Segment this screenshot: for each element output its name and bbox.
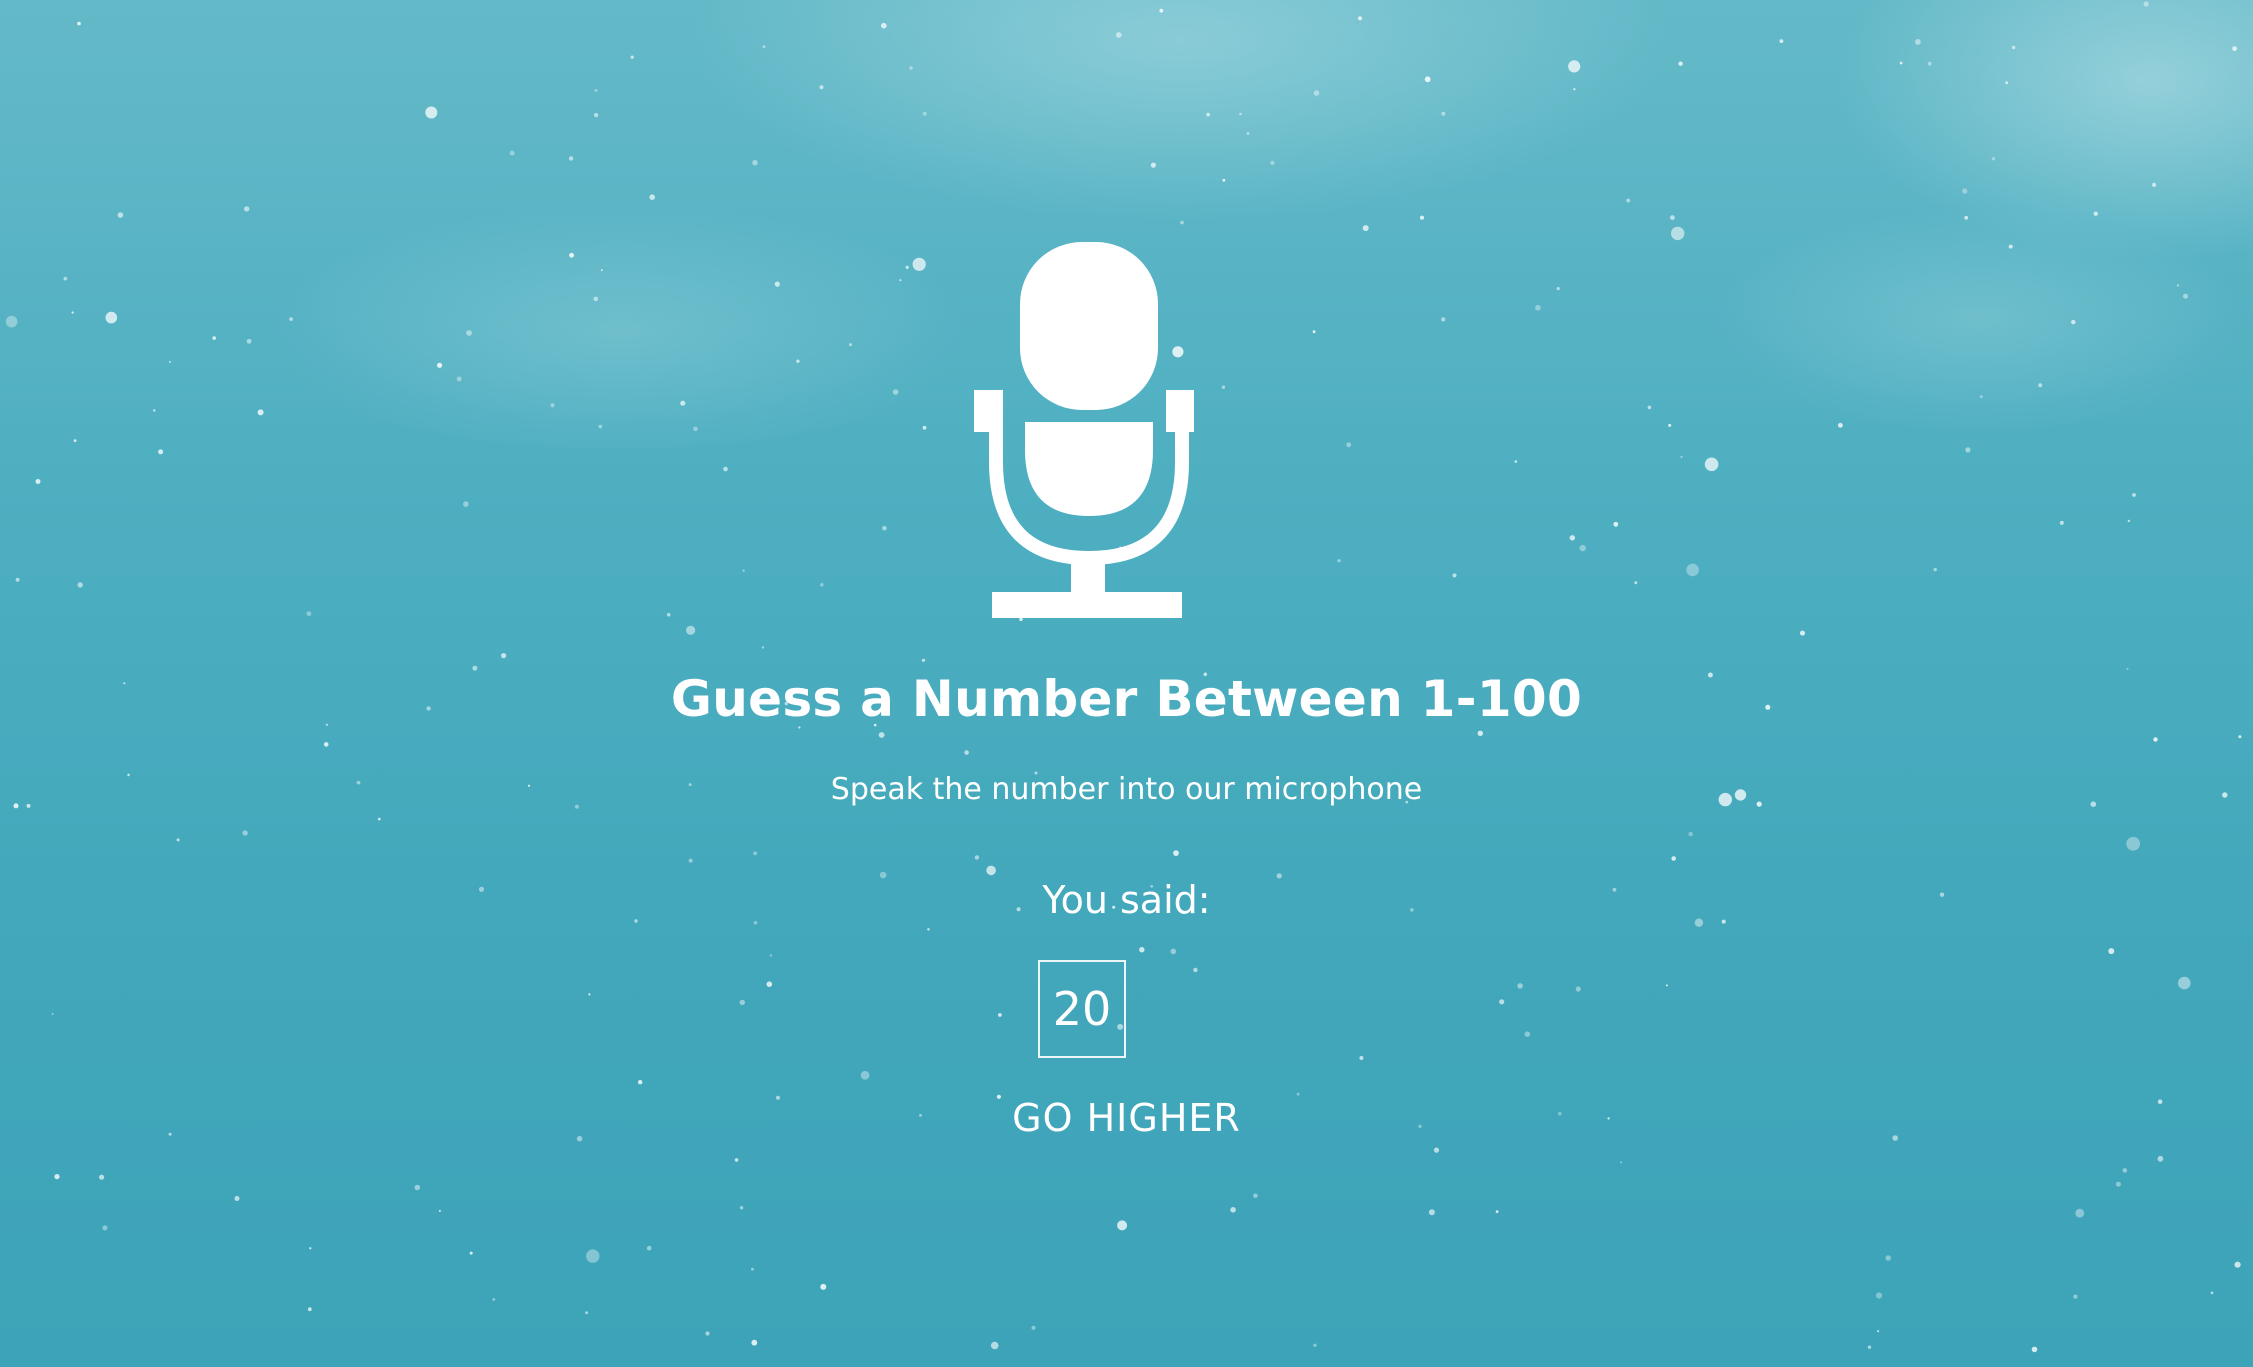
you-said-label: You said: — [1042, 878, 1211, 922]
guess-value: 20 — [1052, 982, 1112, 1036]
page-title: Guess a Number Between 1-100 — [670, 670, 1583, 728]
microphone-icon[interactable] — [970, 240, 1200, 620]
instructions-text: Speak the number into our microphone — [830, 772, 1423, 807]
game-panel: Guess a Number Between 1-100 Speak the n… — [0, 0, 2253, 1367]
result-message: GO HIGHER — [1012, 1096, 1241, 1140]
guess-value-box: 20 — [1038, 960, 1126, 1058]
